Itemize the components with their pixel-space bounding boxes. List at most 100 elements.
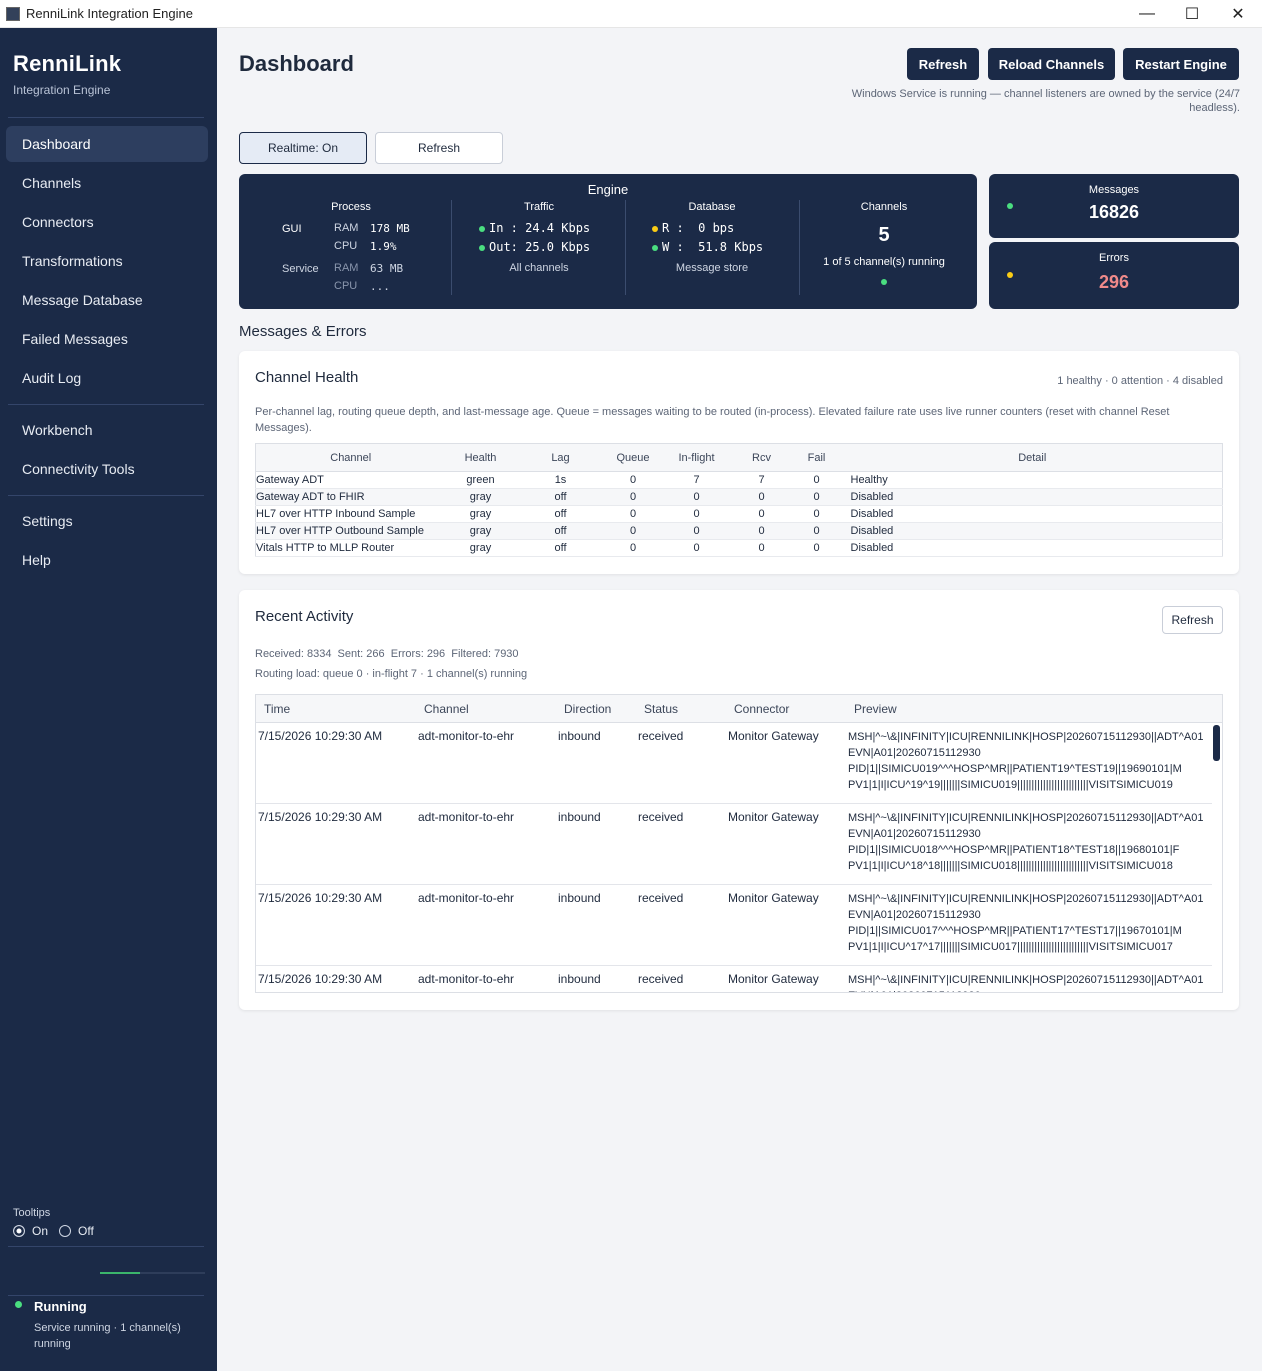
- activity-direction: inbound: [558, 729, 601, 743]
- sidebar-item-failed-messages[interactable]: Failed Messages: [6, 321, 208, 357]
- col-rcv: Rcv: [732, 443, 791, 472]
- activity-row[interactable]: 7/15/2026 10:29:30 AM adt-monitor-to-ehr i…: [256, 966, 1212, 992]
- divider: [799, 200, 800, 295]
- col-channel: Channel: [424, 702, 469, 716]
- sidebar-item-channels[interactable]: Channels: [6, 165, 208, 201]
- cell: Vitals HTTP to MLLP Router: [255, 539, 446, 557]
- sidebar-item-audit-log[interactable]: Audit Log: [6, 360, 208, 396]
- cell: 0: [605, 539, 661, 557]
- preview-line: PV1|1|I|ICU^17^17|||||||SIMICU017|||||||…: [848, 941, 1173, 953]
- sidebar-item-connectors[interactable]: Connectors: [6, 204, 208, 240]
- realtime-toggle[interactable]: Realtime: On: [239, 132, 367, 164]
- gui-label: GUI: [282, 223, 302, 235]
- activity-refresh-button[interactable]: Refresh: [1162, 606, 1223, 634]
- cell: 0: [732, 488, 791, 506]
- tooltips-on-radio[interactable]: On: [13, 1224, 48, 1238]
- channel-health-summary: 1 healthy · 0 attention · 4 disabled: [1057, 375, 1223, 387]
- divider: [8, 1246, 204, 1247]
- sidebar-item-connectivity-tools[interactable]: Connectivity Tools: [6, 451, 208, 487]
- preview-line: EVN|A01|20260715112930: [848, 828, 981, 840]
- cell: 0: [660, 505, 733, 523]
- sidebar-item-transformations[interactable]: Transformations: [6, 243, 208, 279]
- activity-channel: adt-monitor-to-ehr: [418, 810, 515, 824]
- activity-status: received: [638, 729, 684, 743]
- brand-subtitle: Integration Engine: [13, 83, 111, 97]
- col-connector: Connector: [734, 702, 790, 716]
- cell: gray: [445, 522, 516, 540]
- sidebar-item-message-database[interactable]: Message Database: [6, 282, 208, 318]
- activity-preview: MSH|^~\&|INFINITY|ICU|RENNILINK|HOSP|202…: [848, 891, 1212, 955]
- table-row[interactable]: Vitals HTTP to MLLP Router gray off 0 0 0 0 Dis…: [255, 539, 1223, 557]
- restart-engine-button[interactable]: Restart Engine: [1123, 48, 1239, 80]
- traffic-caption: All channels: [509, 262, 569, 274]
- messages-label: Messages: [1088, 184, 1140, 196]
- sidebar-item-settings[interactable]: Settings: [6, 503, 208, 539]
- channels-count: 5: [878, 224, 890, 246]
- preview-line: EVN|A01|20260715112930: [848, 747, 981, 759]
- cell: Gateway ADT to FHIR: [255, 488, 446, 506]
- activity-row[interactable]: 7/15/2026 10:29:30 AM adt-monitor-to-ehr i…: [256, 804, 1212, 885]
- divider: [451, 200, 452, 295]
- activity-scrollbar[interactable]: [1212, 723, 1221, 992]
- preview-line: PID|1||SIMICU018^^^HOSP^MR||PATIENT18^TE…: [848, 844, 1180, 856]
- channels-heading: Channels: [860, 201, 908, 213]
- activity-status: received: [638, 810, 684, 824]
- close-icon[interactable]: ✕: [1215, 0, 1261, 28]
- cell: 0: [790, 488, 843, 506]
- channels-dot-icon: [881, 279, 887, 286]
- activity-direction: inbound: [558, 972, 601, 986]
- radio-icon: [59, 1225, 71, 1237]
- minimize-icon[interactable]: —: [1124, 0, 1170, 28]
- refresh-button[interactable]: Refresh: [907, 48, 979, 80]
- table-row[interactable]: Gateway ADT green 1s 0 7 7 0 Healthy: [255, 471, 1223, 489]
- preview-line: MSH|^~\&|INFINITY|ICU|RENNILINK|HOSP|202…: [848, 974, 1204, 986]
- traffic-out-dot-icon: [479, 244, 485, 251]
- activity-row[interactable]: 7/15/2026 10:29:30 AM adt-monitor-to-ehr i…: [256, 723, 1212, 804]
- activity-connector: Monitor Gateway: [728, 891, 819, 905]
- sidebar-item-dashboard[interactable]: Dashboard: [6, 126, 208, 162]
- process-heading: Process: [331, 201, 371, 213]
- preview-line: MSH|^~\&|INFINITY|ICU|RENNILINK|HOSP|202…: [848, 893, 1204, 905]
- engine-title: Engine: [587, 182, 629, 197]
- activity-row[interactable]: 7/15/2026 10:29:30 AM adt-monitor-to-ehr i…: [256, 885, 1212, 966]
- radio-label: Off: [78, 1224, 94, 1238]
- section-title: Messages & Errors: [239, 323, 367, 340]
- channel-health-table: Channel Health Lag Queue In-flight Rcv F…: [255, 443, 1223, 557]
- activity-stats: Received: 8334 Sent: 266 Errors: 296 Fil…: [255, 648, 519, 660]
- db-read-dot-icon: [652, 225, 658, 232]
- cell: gray: [445, 539, 516, 557]
- reload-channels-button[interactable]: Reload Channels: [988, 48, 1115, 80]
- scrollbar-thumb[interactable]: [1213, 725, 1220, 761]
- dashboard-refresh-button[interactable]: Refresh: [375, 132, 503, 164]
- recent-activity-panel: Recent Activity Refresh Received: 8334 S…: [239, 590, 1239, 1010]
- activity-status: received: [638, 972, 684, 986]
- database-caption: Message store: [675, 262, 749, 274]
- svc-cpu-label: CPU: [334, 280, 358, 292]
- maximize-icon[interactable]: ☐: [1169, 0, 1215, 28]
- activity-preview: MSH|^~\&|INFINITY|ICU|RENNILINK|HOSP|202…: [848, 972, 1212, 992]
- sidebar-item-help[interactable]: Help: [6, 542, 208, 578]
- table-row[interactable]: HL7 over HTTP Inbound Sample gray off 0 0 0 0 D…: [255, 505, 1223, 523]
- table-row[interactable]: Gateway ADT to FHIR gray off 0 0 0 0 Disabled: [255, 488, 1223, 506]
- cell: 0: [605, 471, 661, 489]
- activity-sparkline: [100, 1272, 205, 1274]
- traffic-out-value: Out: 25.0 Kbps: [489, 240, 591, 254]
- service-label: Service: [282, 263, 319, 275]
- col-health: Health: [445, 443, 516, 472]
- cell: 0: [605, 522, 661, 540]
- sidebar-item-workbench[interactable]: Workbench: [6, 412, 208, 448]
- tooltips-off-radio[interactable]: Off: [59, 1224, 94, 1238]
- col-channel: Channel: [255, 443, 446, 472]
- table-row[interactable]: HL7 over HTTP Outbound Sample gray off 0 0 0 0…: [255, 522, 1223, 540]
- gui-ram-label: RAM: [334, 222, 359, 234]
- cell: 0: [660, 539, 733, 557]
- traffic-heading: Traffic: [524, 201, 554, 213]
- errors-label: Errors: [1099, 252, 1129, 264]
- cell: 1s: [515, 471, 606, 489]
- activity-direction: inbound: [558, 810, 601, 824]
- cell: 0: [790, 505, 843, 523]
- radio-selected-icon: [13, 1225, 25, 1237]
- app-icon: [6, 6, 20, 21]
- preview-line: PID|1||SIMICU019^^^HOSP^MR||PATIENT19^TE…: [848, 763, 1182, 775]
- activity-connector: Monitor Gateway: [728, 810, 819, 824]
